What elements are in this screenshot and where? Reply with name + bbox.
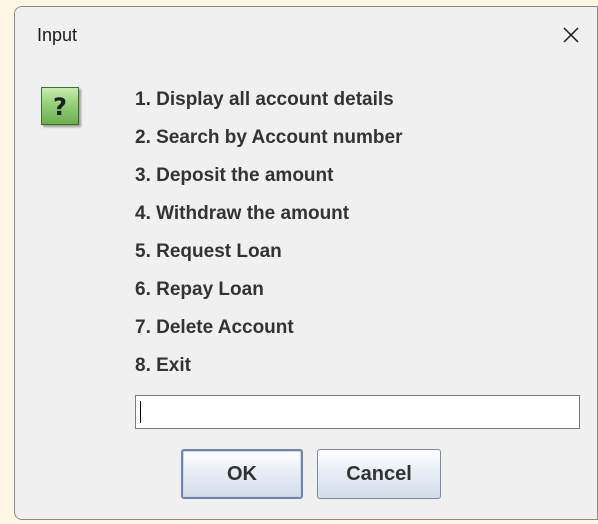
menu-options-list: 1. Display all account details 2. Search… bbox=[135, 89, 402, 393]
close-button[interactable] bbox=[555, 19, 587, 51]
choice-input[interactable] bbox=[135, 395, 580, 429]
option-item: 7. Delete Account bbox=[135, 317, 294, 338]
ok-button[interactable]: OK bbox=[181, 449, 303, 499]
option-item: 3. Deposit the amount bbox=[135, 165, 334, 186]
question-glyph: ? bbox=[53, 92, 67, 121]
option-item: 1. Display all account details bbox=[135, 89, 394, 110]
option-item: 6. Repay Loan bbox=[135, 279, 264, 300]
close-icon bbox=[563, 27, 579, 43]
background-strip bbox=[0, 0, 14, 524]
option-item: 4. Withdraw the amount bbox=[135, 203, 350, 224]
dialog-title: Input bbox=[37, 25, 78, 45]
option-item: 2. Search by Account number bbox=[135, 127, 403, 148]
option-item: 8. Exit bbox=[135, 355, 191, 376]
cancel-button[interactable]: Cancel bbox=[317, 449, 441, 499]
option-item: 5. Request Loan bbox=[135, 241, 282, 262]
text-caret bbox=[140, 401, 141, 423]
question-icon: ? bbox=[41, 87, 79, 125]
input-dialog: Input ? 1. Display all account details 2… bbox=[14, 6, 598, 520]
title-bar: Input bbox=[15, 7, 597, 63]
